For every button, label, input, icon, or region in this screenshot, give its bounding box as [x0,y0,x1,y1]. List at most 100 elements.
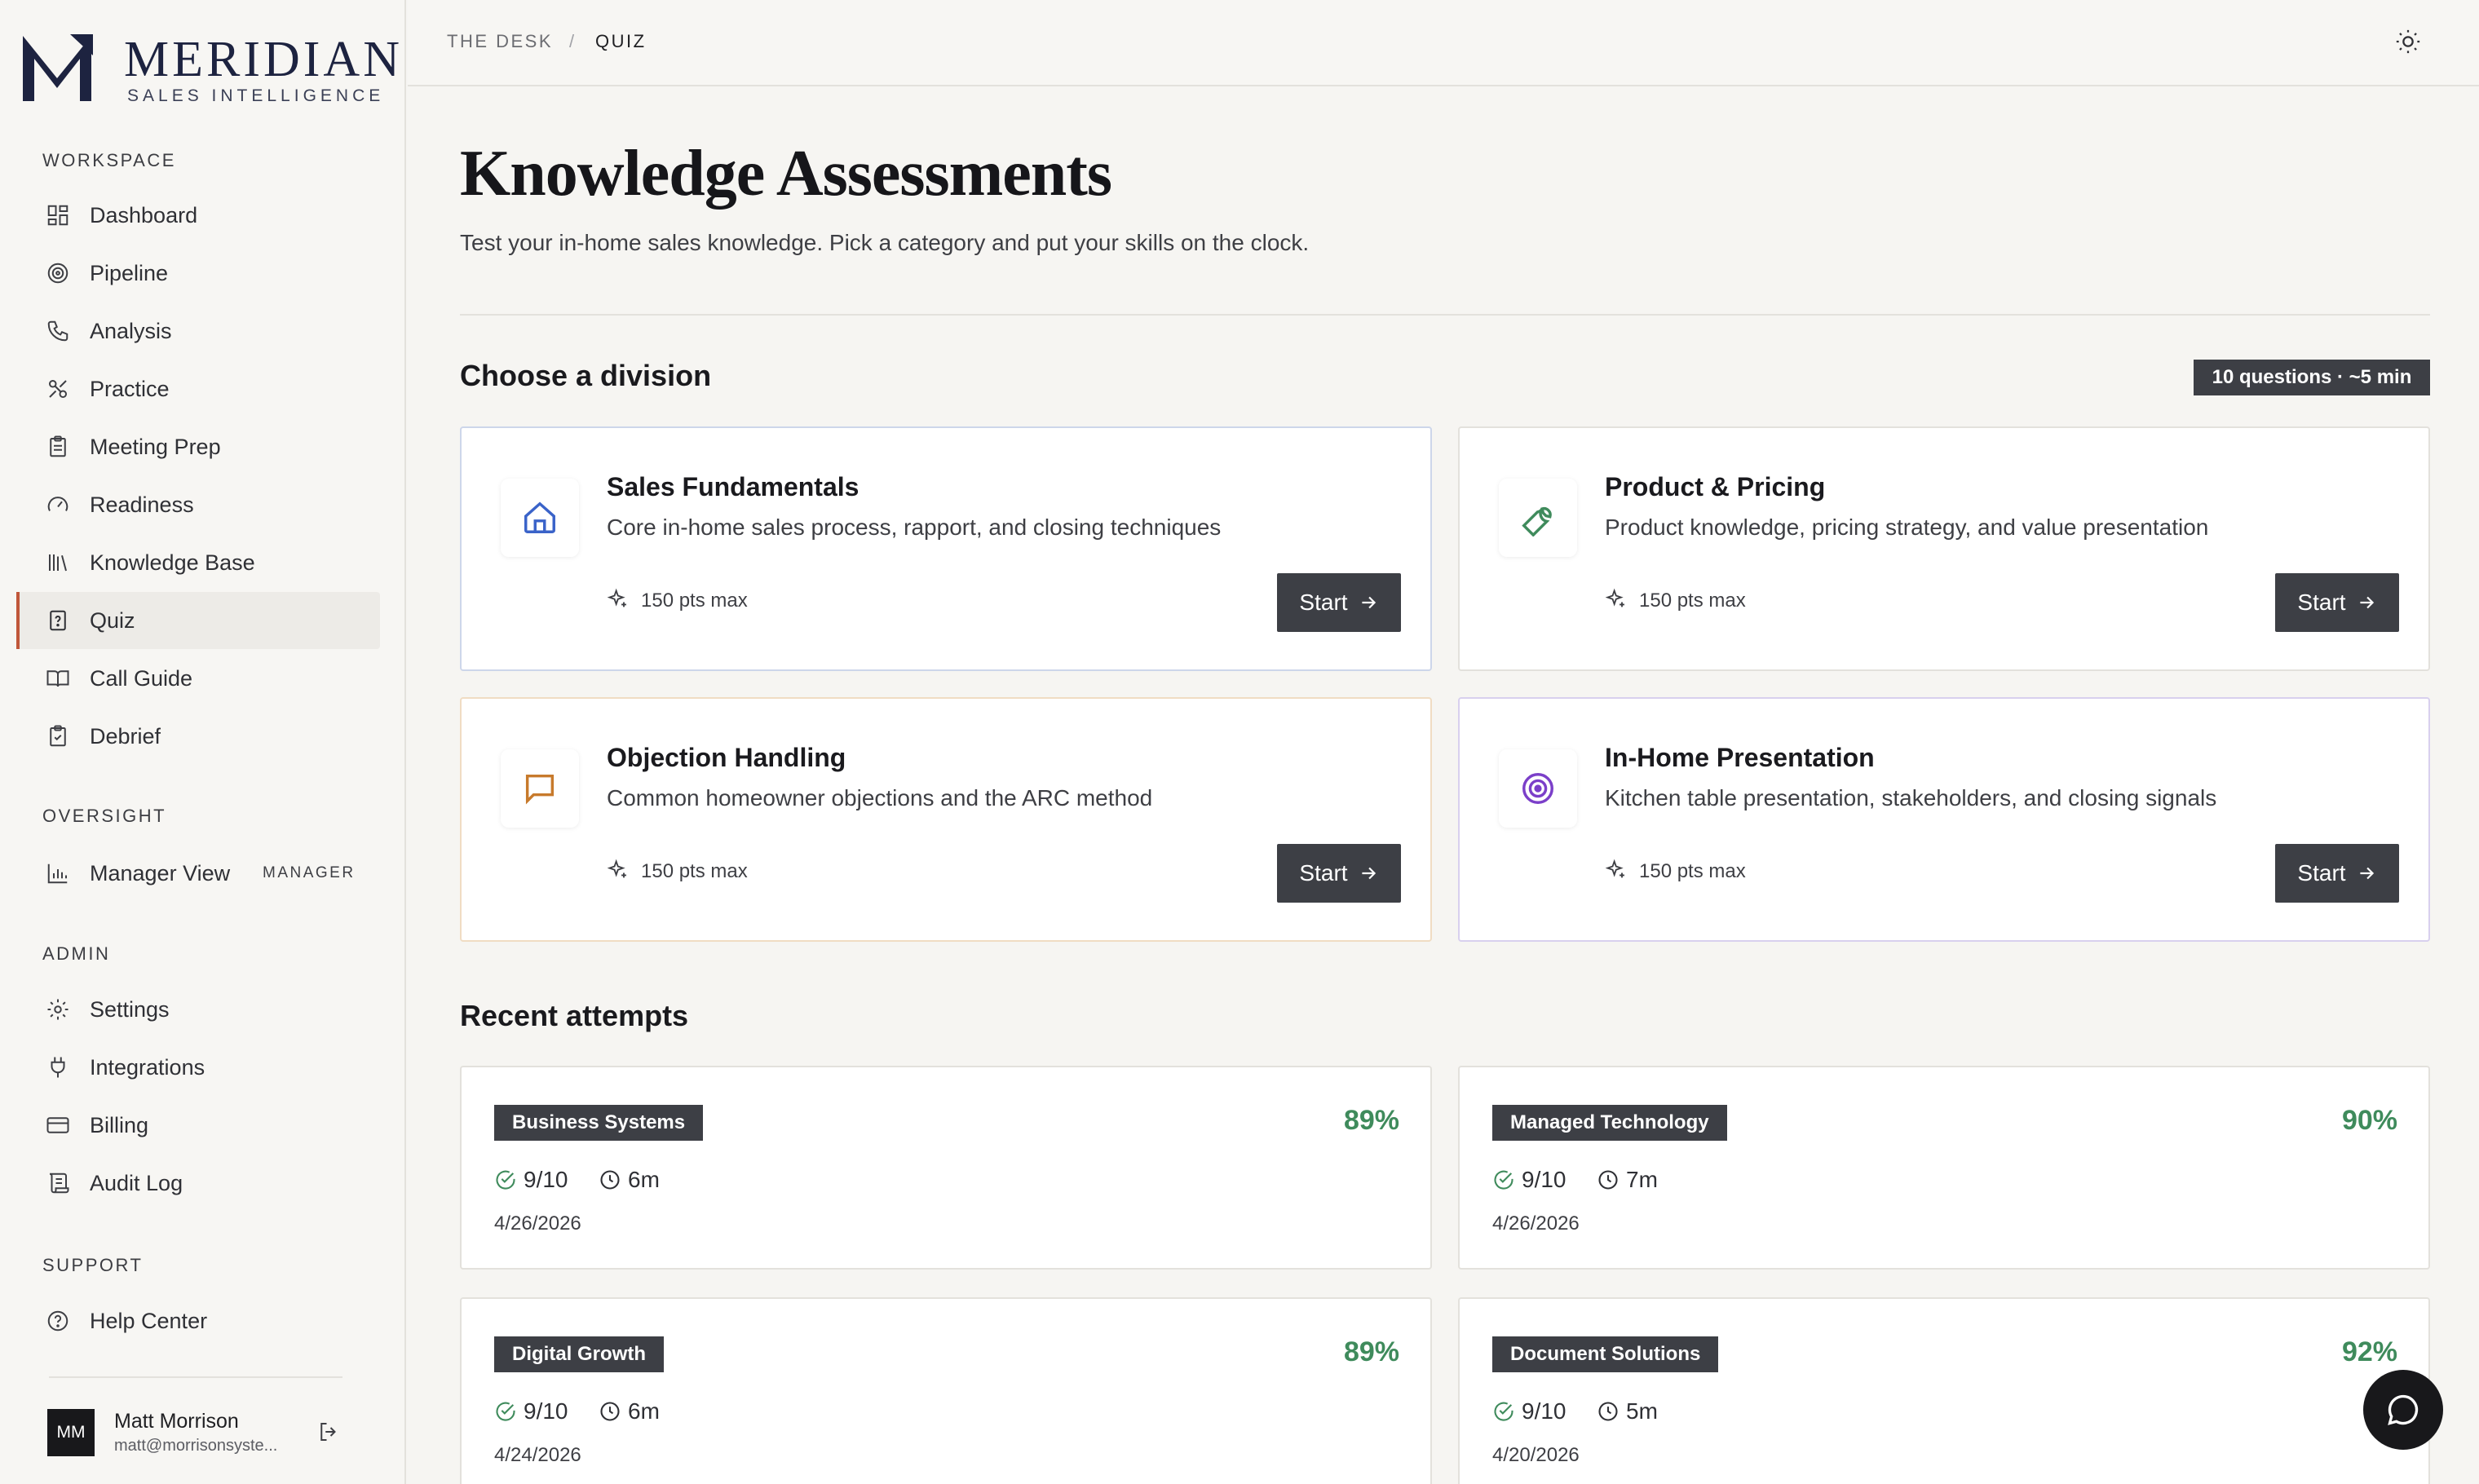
avatar[interactable]: MM [47,1409,95,1456]
attempt-card[interactable]: Managed Technology 90% 9/10 7m 4/26/2026 [1458,1066,2430,1270]
card-description: Core in-home sales process, rapport, and… [607,515,1222,540]
brand-name: MERIDIAN [124,32,403,87]
sidebar-item-label: Practice [90,376,170,401]
attempt-time: 7m [1626,1167,1658,1192]
sidebar-item-manager-view[interactable]: Manager View MANAGER [16,845,380,902]
arrow-right-icon [2359,596,2374,609]
card-icon-container [1499,479,1577,557]
plug-icon [46,1055,70,1080]
sidebar-item-label: Pipeline [90,260,169,285]
sidebar-item-label: Integrations [90,1054,205,1080]
sidebar-item-quiz[interactable]: Quiz [16,592,380,649]
attempt-category: Digital Growth [494,1336,664,1372]
card-description: Kitchen table presentation, stakeholders… [1605,785,2217,810]
clock-icon [1598,1170,1618,1190]
help-icon [46,1309,70,1333]
check-circle-icon [1494,1170,1513,1190]
sidebar-item-help-center[interactable]: Help Center [16,1292,380,1349]
arrow-right-icon [2359,867,2374,880]
card-description: Product knowledge, pricing strategy, and… [1605,515,2209,540]
brand-logo[interactable]: MERIDIAN SALES INTELLIGENCE [20,31,400,105]
sidebar-item-knowledge-base[interactable]: Knowledge Base [16,534,380,591]
clock-icon [1598,1402,1618,1421]
credit-card-icon [46,1113,70,1137]
division-card-product-pricing: Product & Pricing Product knowledge, pri… [1458,426,2430,671]
sidebar-item-readiness[interactable]: Readiness [16,476,380,533]
sidebar-item-meeting-prep[interactable]: Meeting Prep [16,418,380,475]
attempt-date: 4/26/2026 [494,1212,581,1234]
start-button[interactable]: Start [1277,844,1401,903]
card-points: 150 pts max [1639,860,1746,882]
attempt-card[interactable]: Digital Growth 89% 9/10 6m 4/24/2026 [460,1297,1432,1484]
brand-tagline: SALES INTELLIGENCE [127,86,385,105]
attempt-category: Document Solutions [1492,1336,1719,1372]
start-button[interactable]: Start [2275,844,2399,903]
attempt-score: 9/10 [524,1167,568,1192]
target-icon [46,261,70,285]
breadcrumb-parent[interactable]: THE DESK [447,31,553,52]
sidebar-item-label: Analysis [90,318,172,343]
attempt-time: 6m [628,1167,660,1192]
clock-icon [600,1402,620,1421]
breadcrumb-separator: / [569,31,577,51]
card-points: 150 pts max [641,860,748,882]
nav-section-oversight: OVERSIGHT [42,806,167,826]
home-icon [524,501,555,533]
sidebar-item-billing[interactable]: Billing [16,1097,380,1154]
sidebar-item-call-guide[interactable]: Call Guide [16,650,380,707]
dashboard-icon [46,203,70,227]
sidebar-item-audit-log[interactable]: Audit Log [16,1155,380,1212]
page-title: Knowledge Assessments [460,138,1112,210]
arrow-right-icon [1361,596,1376,609]
start-label: Start [2297,590,2346,615]
check-circle-icon [1494,1402,1513,1421]
sidebar-item-dashboard[interactable]: Dashboard [16,187,380,244]
sidebar-item-label: Meeting Prep [90,434,221,459]
sidebar-item-integrations[interactable]: Integrations [16,1039,380,1096]
divisions-heading: Choose a division [460,359,712,392]
chat-button[interactable] [2363,1370,2443,1450]
attempt-card[interactable]: Business Systems 89% 9/10 6m 4/26/2026 [460,1066,1432,1270]
sparkle-icon [1605,859,1624,878]
attempt-date: 4/20/2026 [1492,1444,1580,1466]
target-icon [1522,773,1553,804]
card-description: Common homeowner objections and the ARC … [607,785,1153,810]
card-title: Product & Pricing [1605,472,1826,501]
book-icon [46,666,70,691]
quiz-meta-badge: 10 questions · ~5 min [2194,360,2430,395]
start-button[interactable]: Start [2275,573,2399,632]
start-label: Start [1299,590,1348,615]
attempt-score: 9/10 [524,1398,568,1424]
attempt-percent: 89% [1343,1336,1399,1367]
practice-icon [46,377,70,401]
page-subtitle: Test your in-home sales knowledge. Pick … [460,230,1310,255]
attempt-category: Managed Technology [1492,1105,1727,1141]
attempt-card[interactable]: Document Solutions 92% 9/10 5m 4/20/2026 [1458,1297,2430,1484]
user-name: Matt Morrison [114,1410,239,1433]
bar-chart-icon [46,861,70,886]
sidebar-item-debrief[interactable]: Debrief [16,708,380,765]
card-icon-container [501,749,579,828]
division-card-sales-fundamentals: Sales Fundamentals Core in-home sales pr… [460,426,1432,671]
sparkle-icon [1605,588,1624,607]
phone-icon [46,319,70,343]
nav-section-workspace: WORKSPACE [42,150,176,170]
card-icon-container [501,479,579,557]
sidebar-item-pipeline[interactable]: Pipeline [16,245,380,302]
wrench-icon [1522,507,1552,537]
nav-section-admin: ADMIN [42,943,111,964]
meridian-logo-icon [23,34,93,101]
sidebar-item-label: Call Guide [90,665,193,691]
sun-icon[interactable] [2394,28,2422,55]
sidebar-item-analysis[interactable]: Analysis [16,303,380,360]
sidebar-item-practice[interactable]: Practice [16,360,380,417]
chat-icon [2388,1394,2419,1425]
sidebar-item-settings[interactable]: Settings [16,981,380,1038]
attempt-date: 4/26/2026 [1492,1212,1580,1234]
quiz-icon [46,608,70,633]
start-button[interactable]: Start [1277,573,1401,632]
logout-icon[interactable] [316,1420,341,1444]
message-icon [525,774,555,805]
division-card-objection-handling: Objection Handling Common homeowner obje… [460,697,1432,942]
clipboard-icon [46,435,70,459]
